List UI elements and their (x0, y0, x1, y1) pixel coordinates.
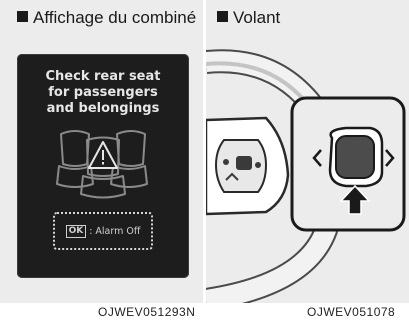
rear-seat-icon (56, 130, 148, 199)
cluster-display-caption-text: Affichage du combiné (33, 8, 197, 27)
cluster-display-panel: Affichage du combiné Check rear seat for… (0, 0, 203, 303)
warning-triangle-icon (88, 141, 118, 169)
button-callout (290, 96, 406, 232)
steering-hub (206, 116, 290, 216)
alarm-off-hint: OK : Alarm Off (53, 212, 153, 250)
steering-wheel-illustration (206, 49, 406, 303)
ok-button-icon: OK (65, 224, 87, 238)
figure-code-left: OJWEV051293N (98, 305, 196, 319)
caption-bullet (17, 11, 28, 22)
cluster-display-caption: Affichage du combiné (17, 8, 197, 28)
cluster-screen: Check rear seat for passengers and belon… (17, 54, 189, 278)
figure-code-right: OJWEV051078 (307, 305, 396, 319)
alarm-off-label: : Alarm Off (89, 225, 141, 237)
rear-seat-warning-message: Check rear seat for passengers and belon… (45, 69, 161, 116)
